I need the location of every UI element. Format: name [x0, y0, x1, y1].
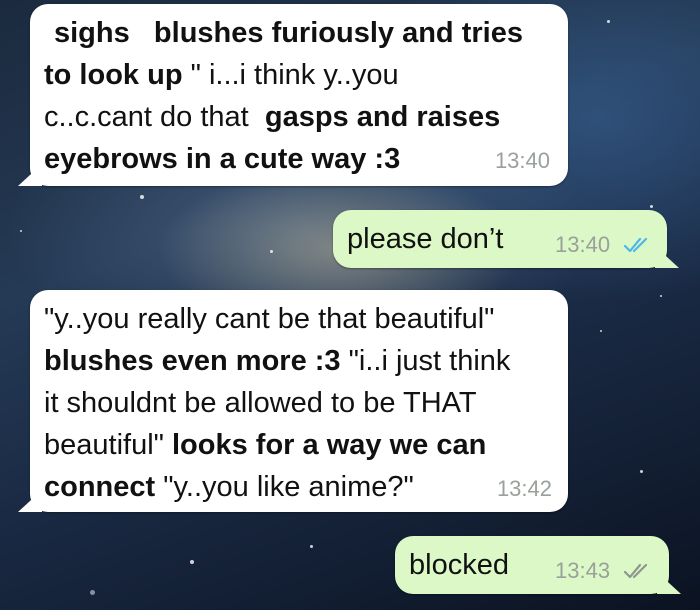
- action-text: sighs: [54, 17, 130, 49]
- star: [660, 295, 662, 297]
- message-time: 13:43: [555, 558, 611, 583]
- speech-text: c..c.cant do that: [44, 101, 249, 133]
- action-text: connect: [44, 471, 156, 503]
- star: [600, 330, 602, 332]
- message-text: please don’t: [347, 223, 504, 255]
- star: [20, 230, 22, 232]
- bubble-tail: [18, 164, 42, 186]
- action-text: looks for a way we can: [172, 429, 487, 461]
- double-check-delivered-icon: [623, 563, 648, 579]
- star: [140, 195, 144, 199]
- bubble-tail: [655, 246, 679, 268]
- incoming-message[interactable]: sighs blushes furiously and tries to loo…: [18, 4, 568, 186]
- star: [310, 545, 313, 548]
- message-time: 13:40: [494, 148, 550, 173]
- incoming-message[interactable]: "y..you really cant be that beautiful" b…: [18, 290, 568, 512]
- star: [270, 250, 273, 253]
- message-time: 13:40: [555, 232, 611, 257]
- outgoing-message[interactable]: please don’t 13:40: [333, 210, 679, 268]
- outgoing-message[interactable]: blocked 13:43: [395, 536, 681, 594]
- action-text: to look up: [44, 59, 183, 91]
- message-time: 13:42: [496, 476, 552, 501]
- double-check-read-icon: [623, 237, 648, 253]
- speech-text: "y..you really cant be that beautiful": [44, 303, 495, 335]
- speech-text: it shouldnt be allowed to be THAT: [44, 387, 477, 419]
- speech-text: "y..you like anime?": [155, 471, 414, 503]
- message-text: blocked: [409, 549, 509, 581]
- bubble-tail: [18, 490, 42, 512]
- message-text: "y..you really cant be that beautiful" b…: [44, 298, 550, 508]
- bubble-tail: [657, 572, 681, 594]
- speech-text: "i..i just think: [340, 345, 511, 377]
- action-text: blushes furiously and tries: [153, 17, 523, 49]
- star: [650, 205, 653, 208]
- action-text: blushes even more :3: [44, 345, 341, 377]
- speech-text: beautiful": [44, 429, 164, 461]
- star: [90, 590, 95, 595]
- speech-text: " i...i think y..you: [182, 59, 399, 91]
- action-text: eyebrows in a cute way :3: [44, 143, 401, 175]
- action-text: gasps and raises: [264, 101, 501, 133]
- message-text: sighs blushes furiously and tries to loo…: [44, 12, 550, 180]
- star: [190, 560, 194, 564]
- star: [607, 20, 610, 23]
- star: [640, 470, 643, 473]
